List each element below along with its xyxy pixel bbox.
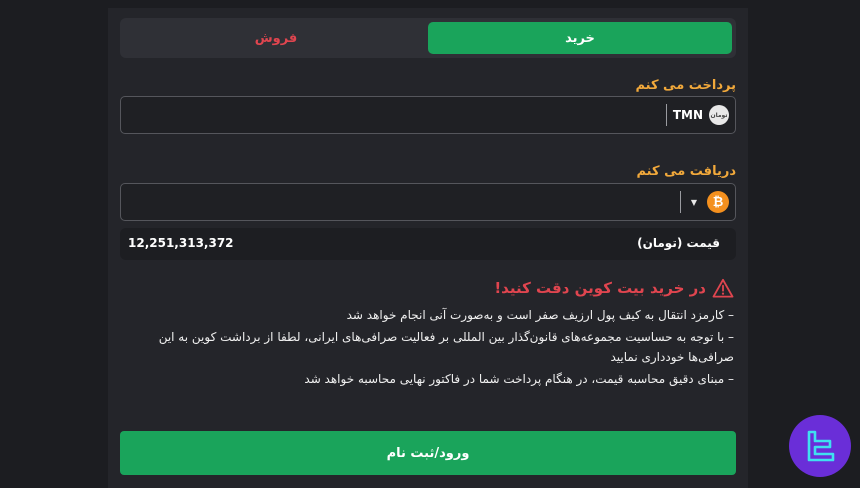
price-value: 12,251,313,372 [128,236,234,250]
chevron-down-icon[interactable]: ▼ [691,198,697,207]
price-label: قیمت (تومان) [637,236,720,250]
warning-note: – با توجه به حساسیت مجموعه‌های قانون‌گذا… [158,330,734,364]
receive-currency-selector[interactable]: ₿ ▼ [679,190,729,214]
warning-triangle-icon [712,278,734,298]
pay-label: پرداخت می کنم [635,78,736,93]
field-divider [665,104,667,126]
warning-note: – مبنای دقیق محاسبه قیمت، در هنگام پرداخ… [304,372,734,386]
receive-label: دریافت می کنم [636,164,736,179]
tab-buy[interactable]: خرید [428,22,732,54]
warning-note: – کارمزد انتقال به کیف پول ارزیف صفر است… [346,308,734,322]
warning-title: در خرید بیت کوین دقت کنید! [494,279,706,297]
receive-amount-input[interactable]: ₿ ▼ [120,183,736,221]
pay-currency-code: TMN [672,108,703,122]
login-register-button[interactable]: ورود/ثبت نام [120,431,736,475]
tab-sell[interactable]: فروش [124,22,428,54]
page-background: خرید فروش پرداخت می کنم تومان TMN دریافت… [0,0,860,488]
pay-currency: تومان TMN [665,103,729,127]
warning-header: در خرید بیت کوین دقت کنید! [494,278,734,298]
pay-amount-input[interactable]: تومان TMN [120,96,736,134]
bitcoin-icon: ₿ [707,191,729,213]
price-row: قیمت (تومان) 12,251,313,372 [120,228,736,260]
toman-icon: تومان [709,105,729,125]
warning-notes: – کارمزد انتقال به کیف پول ارزیف صفر است… [124,305,734,391]
buy-sell-tabs: خرید فروش [120,18,736,58]
exchange-panel: خرید فروش پرداخت می کنم تومان TMN دریافت… [108,8,748,488]
brand-logo-mark [807,430,835,462]
brand-logo-icon [789,415,851,477]
field-divider [679,191,681,213]
